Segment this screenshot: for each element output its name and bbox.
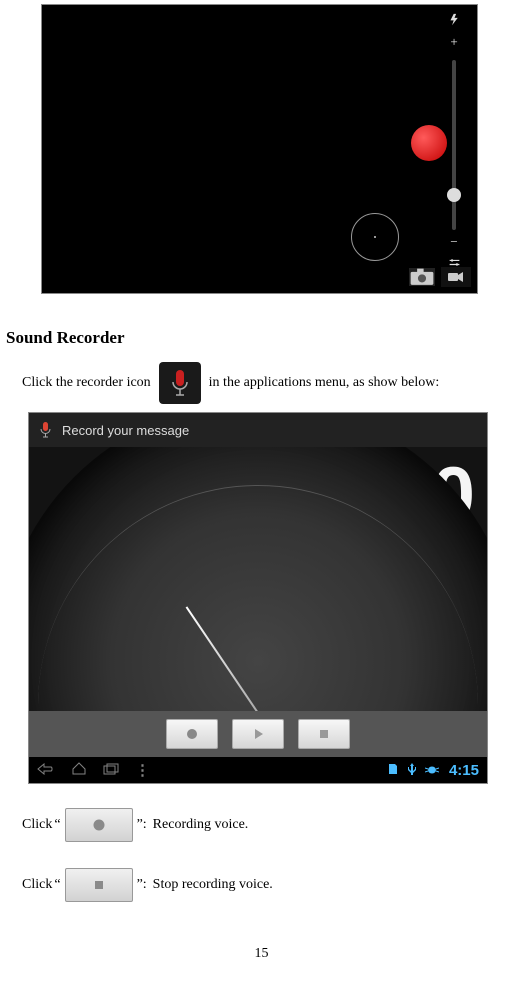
record-button[interactable] [166, 719, 218, 749]
text: Click the recorder icon [22, 375, 151, 391]
status-clock: 4:15 [449, 762, 479, 779]
sdcard-icon [387, 763, 399, 778]
recorder-mic-icon [39, 421, 52, 439]
zoom-plus-icon: + [439, 34, 469, 50]
text: in the applications menu, as show below: [209, 375, 440, 391]
nav-recent-icon[interactable] [103, 762, 119, 779]
text: Recording voice. [153, 817, 249, 833]
nav-menu-icon[interactable]: ⋮ [135, 761, 149, 779]
stop-button-icon [65, 868, 133, 902]
recorder-app-icon [159, 362, 201, 404]
text: Click [22, 877, 52, 893]
quote-open: “ [54, 877, 60, 893]
camera-screenshot: + − [41, 4, 478, 294]
android-statusbar: ⋮ 4:15 [29, 757, 487, 783]
instruction-line-1: Click the recorder icon in the applicati… [22, 362, 519, 404]
quote-close: ”: [137, 877, 147, 893]
record-button-icon [65, 808, 133, 842]
nav-home-icon[interactable] [71, 762, 87, 779]
section-heading: Sound Recorder [6, 328, 519, 348]
stop-button[interactable] [298, 719, 350, 749]
quote-open: “ [54, 817, 60, 833]
zoom-minus-icon: − [439, 234, 469, 250]
flash-icon [439, 13, 469, 30]
usb-icon [407, 763, 417, 778]
text: Click [22, 817, 52, 833]
camera-focus-ring[interactable] [351, 213, 399, 261]
debug-icon [425, 763, 439, 778]
zoom-slider[interactable] [452, 60, 456, 230]
recorder-screenshot: Record your message 00:00 [28, 412, 488, 784]
recorder-title: Record your message [62, 423, 189, 438]
camera-mode-photo-icon[interactable] [409, 268, 435, 286]
recorder-controls [29, 711, 487, 757]
play-button[interactable] [232, 719, 284, 749]
nav-back-icon[interactable] [37, 762, 55, 779]
quote-close: ”: [137, 817, 147, 833]
page-number: 15 [4, 946, 519, 962]
camera-mode-video-icon[interactable] [441, 267, 471, 287]
shutter-button[interactable] [411, 125, 447, 161]
zoom-knob[interactable] [447, 188, 461, 202]
instruction-line-3: Click “ ”: Stop recording voice. [22, 868, 519, 902]
text: Stop recording voice. [153, 877, 273, 893]
instruction-line-2: Click “ ”: Recording voice. [22, 808, 519, 842]
